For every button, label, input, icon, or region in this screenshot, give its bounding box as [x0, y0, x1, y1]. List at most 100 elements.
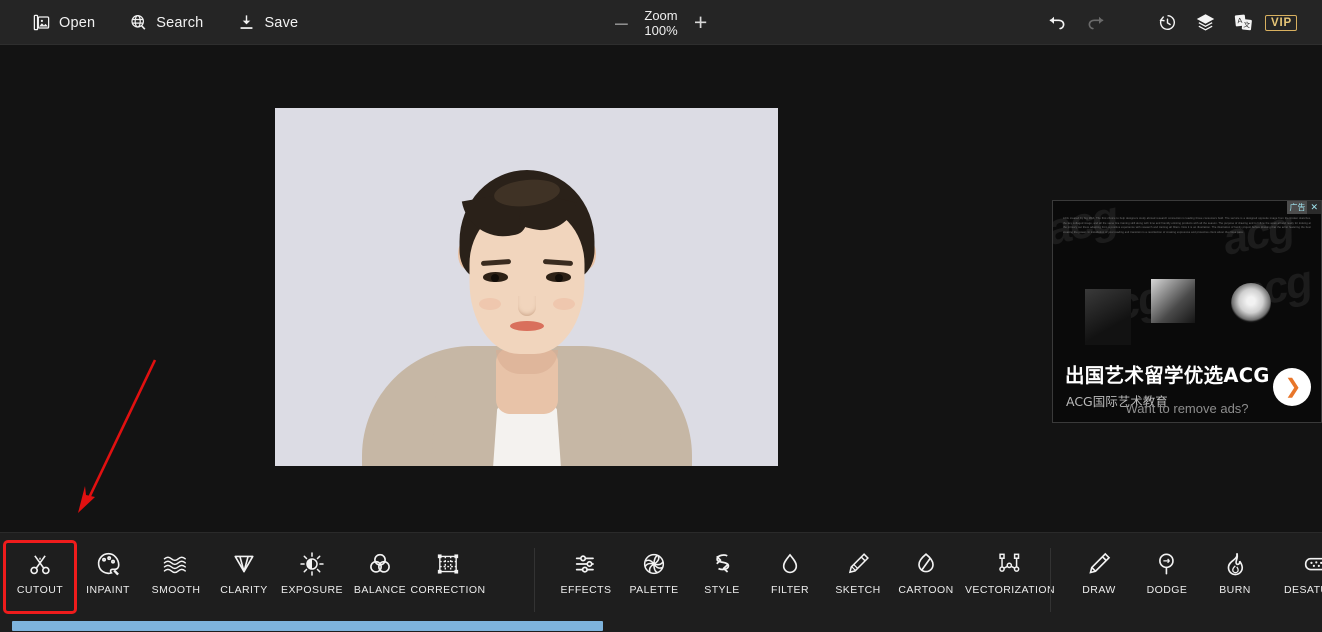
vip-button[interactable]: VIP	[1262, 0, 1300, 45]
horizontal-scrollbar-thumb[interactable]	[12, 621, 603, 631]
tool-clarity[interactable]: CLARITY	[210, 543, 278, 611]
tool-inpaint[interactable]: INPAINT	[74, 543, 142, 611]
open-image-icon	[32, 13, 51, 32]
tool-label: DODGE	[1147, 584, 1188, 596]
top-toolbar: Open Search Save	[0, 0, 1322, 45]
sliders-icon	[572, 547, 600, 581]
tool-label: EXPOSURE	[281, 584, 343, 596]
save-button[interactable]: Save	[233, 9, 302, 36]
tool-cartoon[interactable]: CARTOON	[892, 543, 960, 611]
portrait-nose	[518, 296, 536, 316]
history-button[interactable]	[1148, 0, 1186, 45]
globe-search-icon	[129, 13, 148, 32]
translate-button[interactable]: A 文	[1224, 0, 1262, 45]
tool-effects[interactable]: EFFECTS	[552, 543, 620, 611]
zoom-in-button[interactable]: +	[692, 11, 710, 34]
palette-brush-icon	[94, 547, 122, 581]
tool-label: DRAW	[1082, 584, 1116, 596]
diamond-icon	[230, 547, 258, 581]
portrait-pupil-left	[491, 274, 499, 282]
pencil-sketch-icon	[844, 547, 872, 581]
undo-icon	[1047, 12, 1068, 33]
ad-thumbnail	[1231, 283, 1271, 323]
tool-smooth[interactable]: SMOOTH	[142, 543, 210, 611]
portrait-lips	[510, 321, 544, 331]
scissors-icon	[26, 547, 54, 581]
layers-button[interactable]	[1186, 0, 1224, 45]
tool-correction[interactable]: CORRECTION	[414, 543, 482, 611]
portrait-cheek-right	[553, 298, 575, 310]
tool-label: VECTORIZATION	[965, 584, 1055, 596]
tool-balance[interactable]: BALANCE	[346, 543, 414, 611]
flame-icon	[1221, 547, 1249, 581]
tool-label: DESATURAT	[1284, 584, 1322, 596]
translate-icon: A 文	[1233, 12, 1254, 33]
style-swirl-icon	[708, 547, 736, 581]
toolbar-group-styles: EFFECTS PALETTE STYLE FILTER	[552, 538, 1060, 616]
undo-button[interactable]	[1038, 0, 1076, 45]
close-icon[interactable]: ✕	[1307, 201, 1321, 214]
vip-badge: VIP	[1265, 15, 1297, 31]
toolbar-separator-2	[1050, 548, 1051, 612]
svg-text:文: 文	[1243, 20, 1251, 30]
tool-label: PALETTE	[629, 584, 678, 596]
ad-thumbnail	[1151, 279, 1195, 323]
tool-label: STYLE	[704, 584, 740, 596]
tool-draw[interactable]: DRAW	[1065, 543, 1133, 611]
ad-body-text: ACG created by big MFA. The first choice…	[1063, 217, 1311, 235]
tool-sketch[interactable]: SKETCH	[824, 543, 892, 611]
aperture-icon	[640, 547, 668, 581]
open-button[interactable]: Open	[28, 9, 99, 36]
layers-icon	[1195, 12, 1216, 33]
ad-headline: 出国艺术留学优选ACG	[1065, 359, 1270, 388]
tool-filter[interactable]: FILTER	[756, 543, 824, 611]
tool-label: BURN	[1219, 584, 1251, 596]
remove-ads-link[interactable]: Want to remove ads?	[1052, 401, 1322, 416]
tool-palette[interactable]: PALETTE	[620, 543, 688, 611]
zoom-label: Zoom	[644, 8, 677, 23]
image-canvas[interactable]	[275, 108, 778, 466]
tool-label: SMOOTH	[152, 584, 201, 596]
tool-vectorization[interactable]: VECTORIZATION	[960, 543, 1060, 611]
tool-burn[interactable]: BURN	[1201, 543, 1269, 611]
cartoon-leaf-icon	[912, 547, 940, 581]
tool-style[interactable]: STYLE	[688, 543, 756, 611]
search-label: Search	[156, 15, 203, 31]
pencil-icon	[1085, 547, 1113, 581]
chevron-right-icon: ❯	[1285, 377, 1302, 397]
tool-dodge[interactable]: DODGE	[1133, 543, 1201, 611]
vector-nodes-icon	[995, 547, 1025, 581]
toolbar-group-brushes: DRAW DODGE BURN	[1065, 538, 1322, 616]
portrait-pupil-right	[555, 274, 563, 282]
waves-icon	[161, 547, 191, 581]
tool-desaturate[interactable]: DESATURAT	[1269, 543, 1322, 611]
search-button[interactable]: Search	[125, 9, 207, 36]
sponge-icon	[1302, 547, 1322, 581]
history-icon	[1157, 12, 1178, 33]
toolbar-group-edit: CUTOUT INPAINT SMOOTH	[6, 538, 482, 616]
redo-icon	[1085, 12, 1106, 33]
canvas-area[interactable]: acg acg acg acg ACG created by big MFA. …	[0, 45, 1322, 532]
tool-label: CORRECTION	[410, 584, 485, 596]
tool-exposure[interactable]: EXPOSURE	[278, 543, 346, 611]
dodge-icon	[1153, 547, 1181, 581]
ad-tag-group: 广告 ✕	[1287, 201, 1321, 214]
top-left-actions: Open Search Save	[28, 0, 302, 45]
tool-cutout[interactable]: CUTOUT	[6, 543, 74, 611]
sun-contrast-icon	[298, 547, 326, 581]
zoom-readout: Zoom 100%	[644, 8, 677, 38]
droplet-icon	[776, 547, 804, 581]
redo-button[interactable]	[1076, 0, 1114, 45]
tool-label: CUTOUT	[17, 584, 63, 596]
zoom-out-button[interactable]: –	[612, 11, 630, 34]
zoom-value: 100%	[644, 23, 677, 38]
advertisement-panel[interactable]: acg acg acg acg ACG created by big MFA. …	[1052, 200, 1322, 423]
toolbar-spacer	[1114, 22, 1148, 23]
top-right-actions: A 文 VIP	[1038, 0, 1300, 45]
tool-label: CLARITY	[220, 584, 268, 596]
tool-label: FILTER	[771, 584, 809, 596]
perspective-grid-icon	[434, 547, 462, 581]
ad-label: 广告	[1287, 201, 1307, 214]
download-save-icon	[237, 13, 256, 32]
save-label: Save	[264, 15, 298, 31]
